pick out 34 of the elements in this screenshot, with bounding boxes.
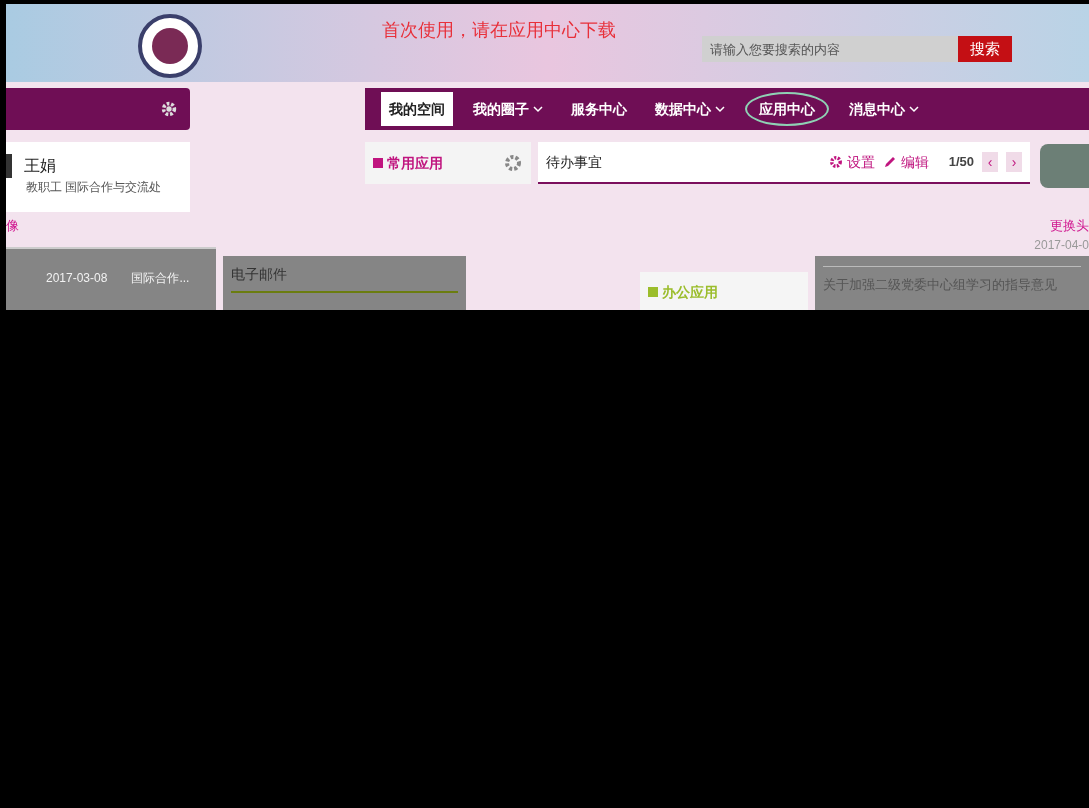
search-field[interactable]: 请输入您要搜索的内容	[702, 36, 958, 62]
page-indicator: 1/50	[948, 153, 974, 172]
pencil-icon	[882, 155, 897, 169]
caret-icon	[715, 105, 725, 113]
user-name: 王娟	[24, 156, 56, 176]
nav-tab[interactable]: 我的空间	[381, 92, 453, 126]
change-avatar-link[interactable]: 像	[6, 216, 19, 236]
change-avatar-link[interactable]: 更换头	[1050, 216, 1089, 236]
caret-icon	[909, 105, 919, 113]
news-date: 2017-03-08	[46, 270, 108, 287]
news-title[interactable]: 国际合作...	[131, 269, 190, 287]
nav-tab[interactable]: 数据中心	[647, 92, 733, 126]
nav-tab[interactable]: 我的圈子	[465, 92, 551, 126]
settings-icon[interactable]	[160, 100, 178, 118]
news-date: 2017-04-0	[1034, 237, 1089, 254]
edit-link[interactable]: 编辑	[900, 151, 929, 173]
caret-icon	[533, 105, 543, 113]
nav-tab[interactable]: 服务中心	[563, 92, 635, 126]
nav-tab[interactable]: 消息中心	[841, 92, 927, 126]
settings-icon	[828, 155, 843, 169]
panel-title: 待办事宜	[546, 152, 602, 172]
panel-title: 办公应用	[662, 282, 718, 302]
panel-title: 常用应用	[387, 153, 443, 173]
user-department: 教职工 国际合作与交流处	[26, 179, 163, 196]
panel-title: 电子邮件	[231, 264, 458, 293]
nav-tab[interactable]: 应用中心	[745, 92, 829, 126]
avatar-placeholder	[6, 154, 12, 178]
photo-placeholder	[1040, 144, 1089, 188]
previous-button[interactable]: ‹	[982, 152, 998, 172]
search-button[interactable]: 搜索	[958, 36, 1012, 62]
next-button[interactable]: ›	[1006, 152, 1022, 172]
university-logo-icon	[138, 14, 202, 78]
settings-link[interactable]: 设置	[846, 151, 875, 173]
download-notice: 首次使用，请在应用中心下载	[382, 19, 617, 42]
